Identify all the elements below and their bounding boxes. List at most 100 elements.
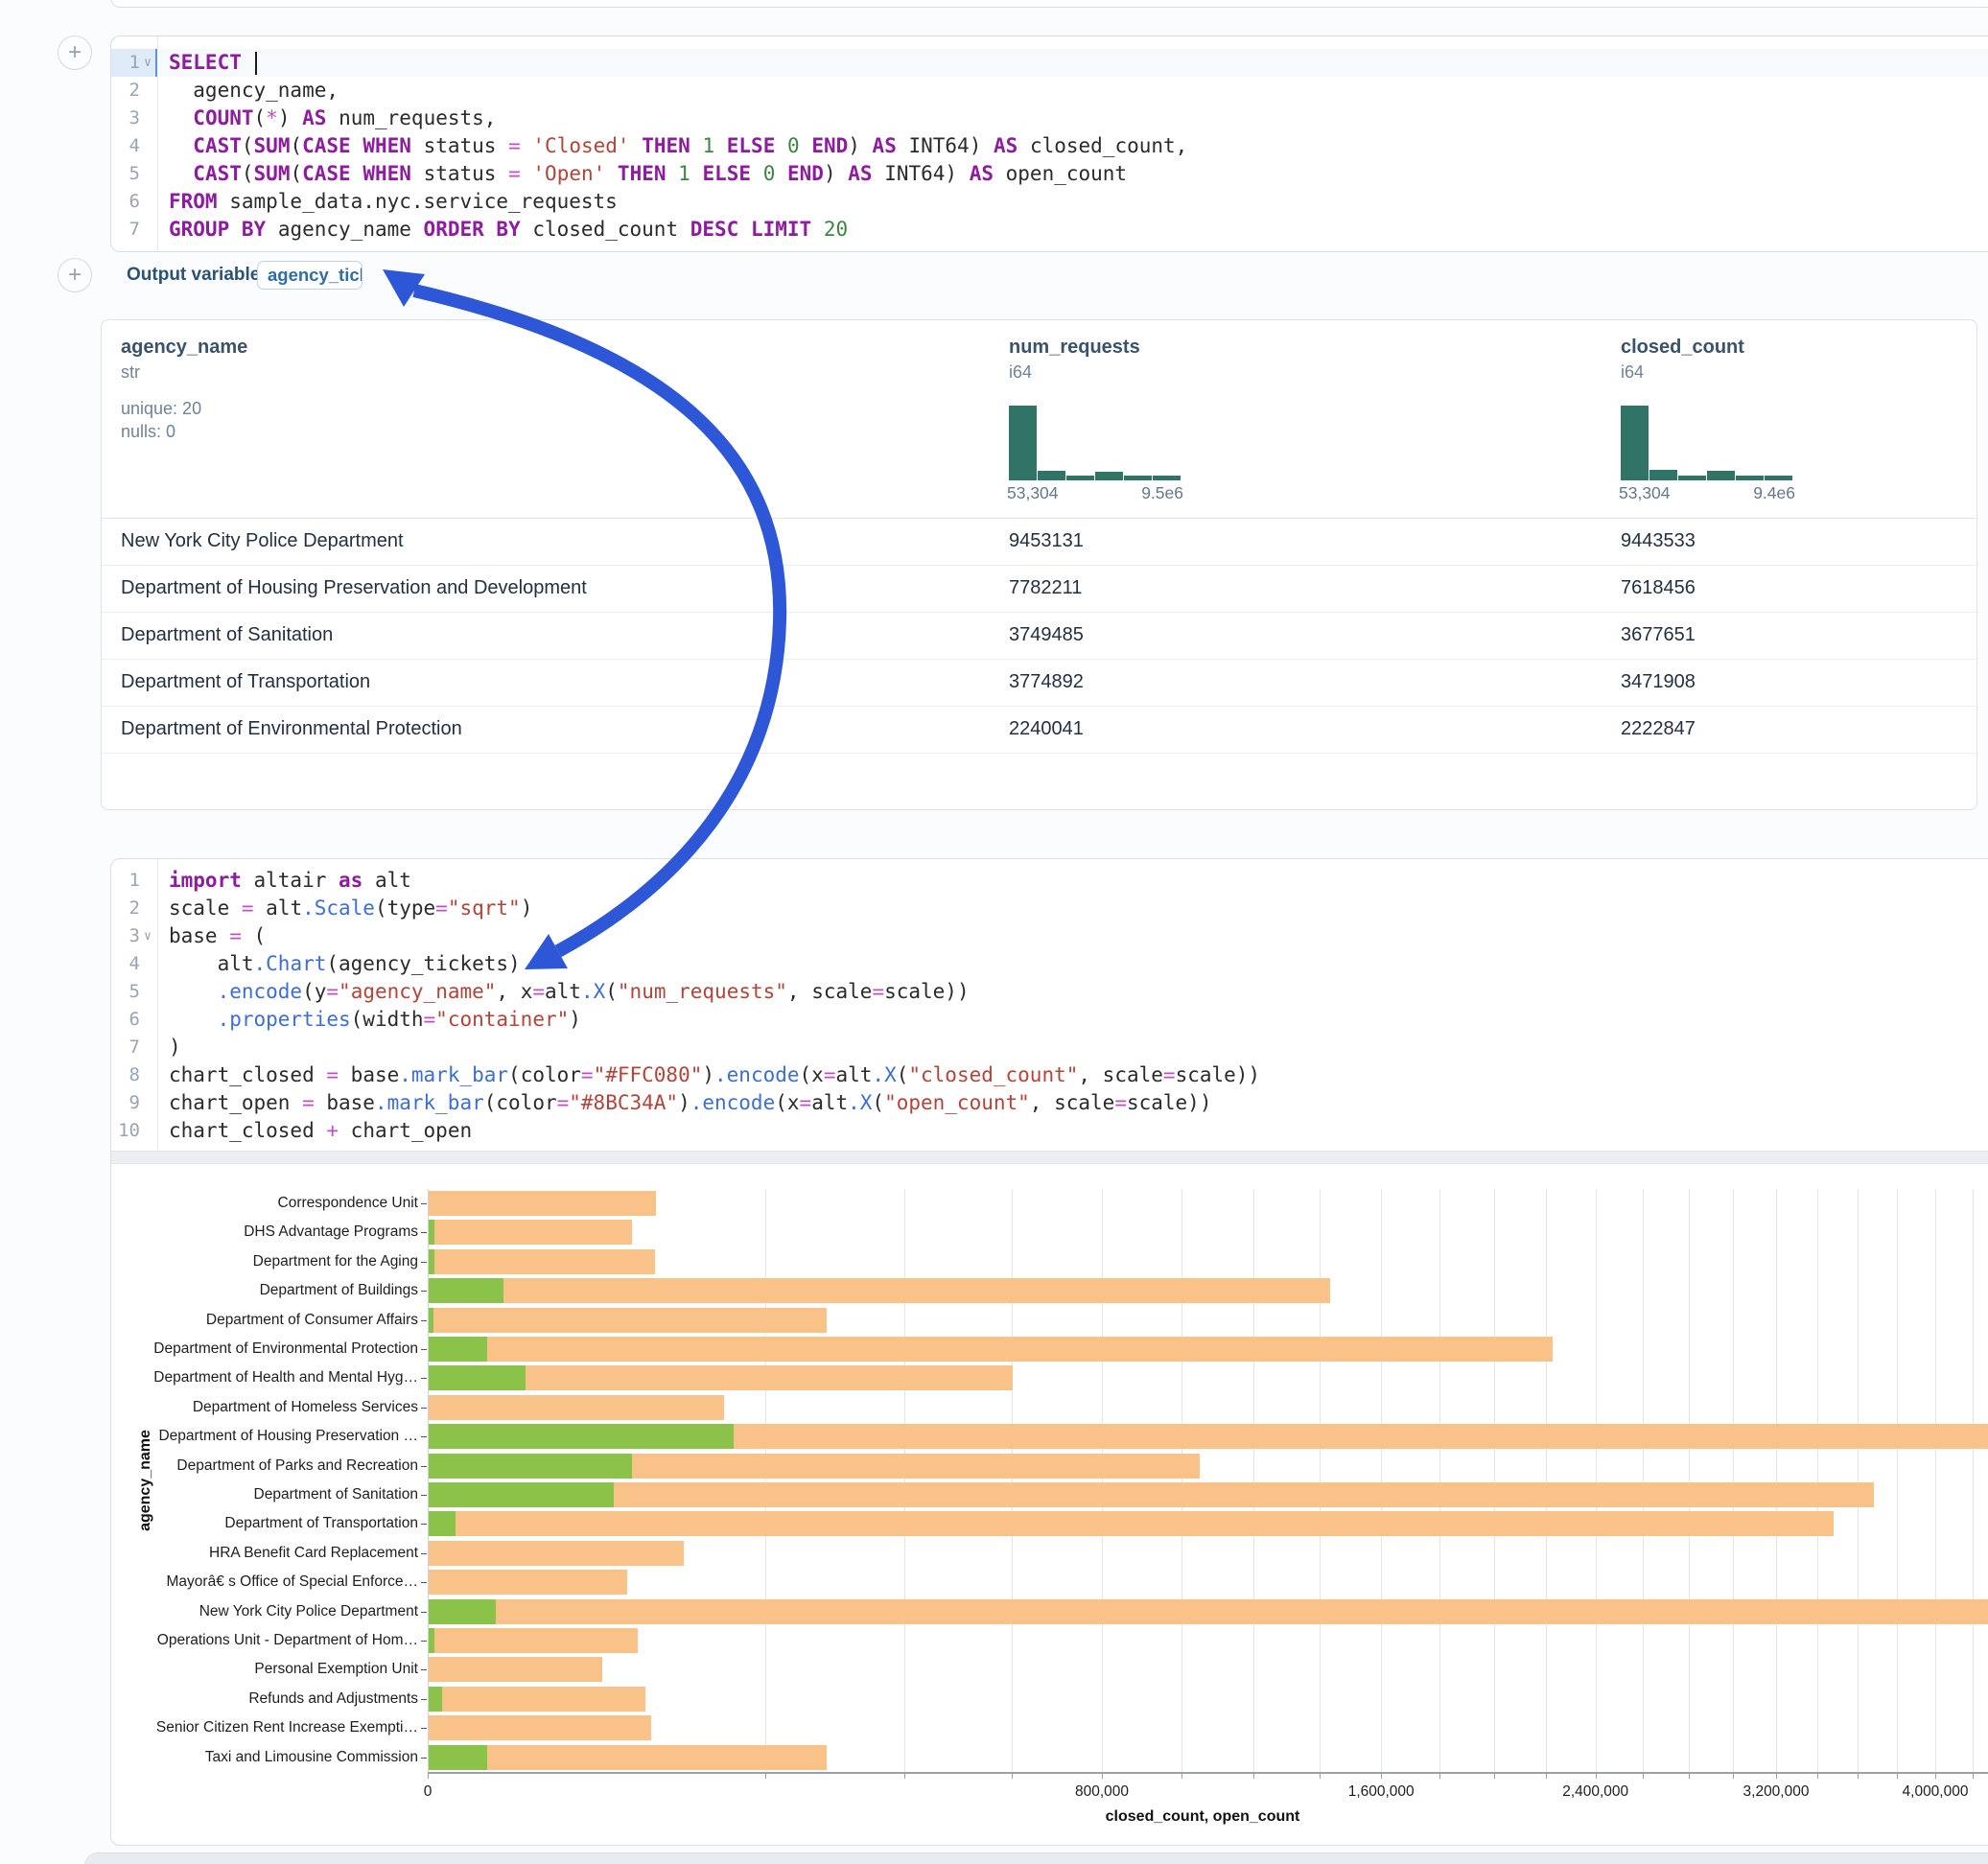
histogram-bar: [1736, 476, 1764, 480]
arrow-head-top: [383, 269, 425, 307]
code-line[interactable]: 2 agency_name,: [111, 77, 1988, 105]
histogram-range: 53,3049.5e6: [1007, 483, 1183, 503]
code-line[interactable]: 7 GROUP BY agency_name ORDER BY closed_co…: [111, 216, 1988, 244]
code-text: chart_closed = base.mark_bar(color="#FFC…: [157, 1061, 1260, 1089]
code-line[interactable]: 3 COUNT(*) AS num_requests,: [111, 105, 1988, 132]
cell-closed-count: 9443533: [1621, 518, 1696, 565]
line-gutter: 5: [111, 978, 157, 1006]
chevron-down-icon[interactable]: ∨: [140, 922, 155, 950]
cell-agency-name: New York City Police Department: [121, 518, 404, 565]
code-line[interactable]: 5 .encode(y="agency_name", x=alt.X("num_…: [111, 978, 1988, 1006]
output-variable-value: agency_tickets: [268, 265, 363, 285]
cell-agency-name: Department of Housing Preservation and D…: [121, 565, 587, 612]
table-row[interactable]: Department of Environmental Protection 22…: [102, 706, 1976, 754]
code-text: ): [157, 1034, 181, 1061]
code-line[interactable]: 3∨base = (: [111, 922, 1988, 950]
line-gutter: 1: [111, 867, 157, 895]
cell-closed-count: 3677651: [1621, 612, 1696, 659]
code-text: GROUP BY agency_name ORDER BY closed_cou…: [157, 216, 848, 244]
notebook-page: + + 1∨SELECT 2 agency_name,3 COUNT(*) AS…: [0, 0, 1988, 1864]
line-number: 7: [111, 216, 140, 244]
line-gutter: 2: [111, 895, 157, 922]
line-number: 4: [111, 950, 140, 978]
code-text: FROM sample_data.nyc.service_requests: [157, 188, 618, 216]
code-text: alt.Chart(agency_tickets): [157, 950, 521, 978]
line-number: 1: [111, 867, 140, 895]
cell-closed-count: 3471908: [1621, 659, 1696, 706]
code-line[interactable]: 9 chart_open = base.mark_bar(color="#8BC3…: [111, 1089, 1988, 1117]
code-line[interactable]: 7): [111, 1034, 1988, 1061]
line-gutter: 4: [111, 950, 157, 978]
code-line[interactable]: 4 alt.Chart(agency_tickets): [111, 950, 1988, 978]
code-line[interactable]: 1∨SELECT: [111, 49, 1988, 77]
add-cell-button[interactable]: +: [58, 35, 92, 70]
cell-agency-name: Department of Transportation: [121, 659, 370, 706]
line-gutter: 8: [111, 1061, 157, 1089]
histogram-bar: [1095, 472, 1123, 480]
code-line[interactable]: 10chart_closed + chart_open: [111, 1117, 1988, 1145]
histogram-bar: [1707, 471, 1735, 480]
line-number: 9: [111, 1089, 140, 1117]
code-line[interactable]: 6FROM sample_data.nyc.service_requests: [111, 188, 1988, 216]
cell-agency-name: Department of Sanitation: [121, 612, 333, 659]
cell-agency-name: Department of Environmental Protection: [121, 706, 462, 753]
code-line[interactable]: 4 CAST(SUM(CASE WHEN status = 'Closed' T…: [111, 132, 1988, 160]
python-cell[interactable]: 1 import altair as alt2scale = alt.Scale(…: [110, 858, 1988, 1846]
line-gutter: 9: [111, 1089, 157, 1117]
line-number: 10: [111, 1117, 140, 1145]
code-text: .properties(width="container"): [157, 1006, 581, 1034]
table-row[interactable]: New York City Police Department 9453131 94…: [102, 518, 1976, 566]
add-cell-button[interactable]: +: [58, 258, 92, 292]
column-stats: unique: 20: [121, 397, 201, 420]
code-text: COUNT(*) AS num_requests,: [157, 105, 496, 132]
column-type: str: [121, 362, 140, 383]
line-number: 5: [111, 160, 140, 188]
python-code-editor[interactable]: 1 import altair as alt2scale = alt.Scale(…: [111, 859, 1988, 1145]
code-line[interactable]: 2scale = alt.Scale(type="sqrt"): [111, 895, 1988, 922]
cell-closed-count: 7618456: [1621, 565, 1696, 612]
line-gutter: 6: [111, 1006, 157, 1034]
output-variable-pill[interactable]: agency_tickets: [257, 261, 363, 290]
column-name[interactable]: agency_name: [121, 337, 247, 359]
histogram-bar: [1649, 470, 1677, 480]
table-row[interactable]: Department of Housing Preservation and D…: [102, 565, 1976, 613]
code-text: chart_open = base.mark_bar(color="#8BC34…: [157, 1089, 1211, 1117]
code-text: .encode(y="agency_name", x=alt.X("num_re…: [157, 978, 970, 1006]
code-text: SELECT: [157, 49, 257, 77]
column-name[interactable]: num_requests: [1009, 337, 1140, 359]
line-gutter: 3: [111, 105, 157, 132]
histogram-bar: [1124, 476, 1152, 480]
line-gutter: 1∨: [111, 49, 157, 77]
code-text: agency_name,: [157, 77, 339, 105]
sql-code-editor[interactable]: 1∨SELECT 2 agency_name,3 COUNT(*) AS num…: [111, 36, 1988, 244]
histogram-bar: [1066, 476, 1094, 480]
cell-output-divider: [111, 1151, 1988, 1164]
code-line[interactable]: 1 import altair as alt: [111, 867, 1988, 895]
chevron-down-icon[interactable]: ∨: [140, 49, 155, 77]
code-line[interactable]: 5 CAST(SUM(CASE WHEN status = 'Open' THE…: [111, 160, 1988, 188]
code-text: scale = alt.Scale(type="sqrt"): [157, 895, 532, 922]
table-row[interactable]: Department of Transportation377489234719…: [102, 659, 1976, 707]
histogram-bar: [1153, 476, 1181, 480]
line-gutter: 7: [111, 216, 157, 244]
table-row[interactable]: Department of Sanitation37494853677651: [102, 612, 1976, 660]
cell-num-requests: 9453131: [1009, 518, 1084, 565]
code-line[interactable]: 8chart_closed = base.mark_bar(color="#FF…: [111, 1061, 1988, 1089]
line-number: 3: [111, 105, 140, 132]
sql-cell[interactable]: 1∨SELECT 2 agency_name,3 COUNT(*) AS num…: [110, 35, 1988, 252]
line-number: 1: [111, 49, 140, 77]
code-text: import altair as alt: [157, 867, 411, 895]
column-name[interactable]: closed_count: [1621, 337, 1744, 359]
line-number: 3: [111, 922, 140, 950]
line-number: 4: [111, 132, 140, 160]
line-number: 7: [111, 1034, 140, 1061]
cell-closed-count: 2222847: [1621, 706, 1696, 753]
code-line[interactable]: 6 .properties(width="container"): [111, 1006, 1988, 1034]
code-text: base = (: [157, 922, 266, 950]
histogram-bar: [1765, 476, 1792, 480]
histogram-bar: [1038, 471, 1065, 480]
line-gutter: 10: [111, 1117, 157, 1145]
line-gutter: 4: [111, 132, 157, 160]
line-number: 5: [111, 978, 140, 1006]
histogram: [1621, 404, 1793, 480]
